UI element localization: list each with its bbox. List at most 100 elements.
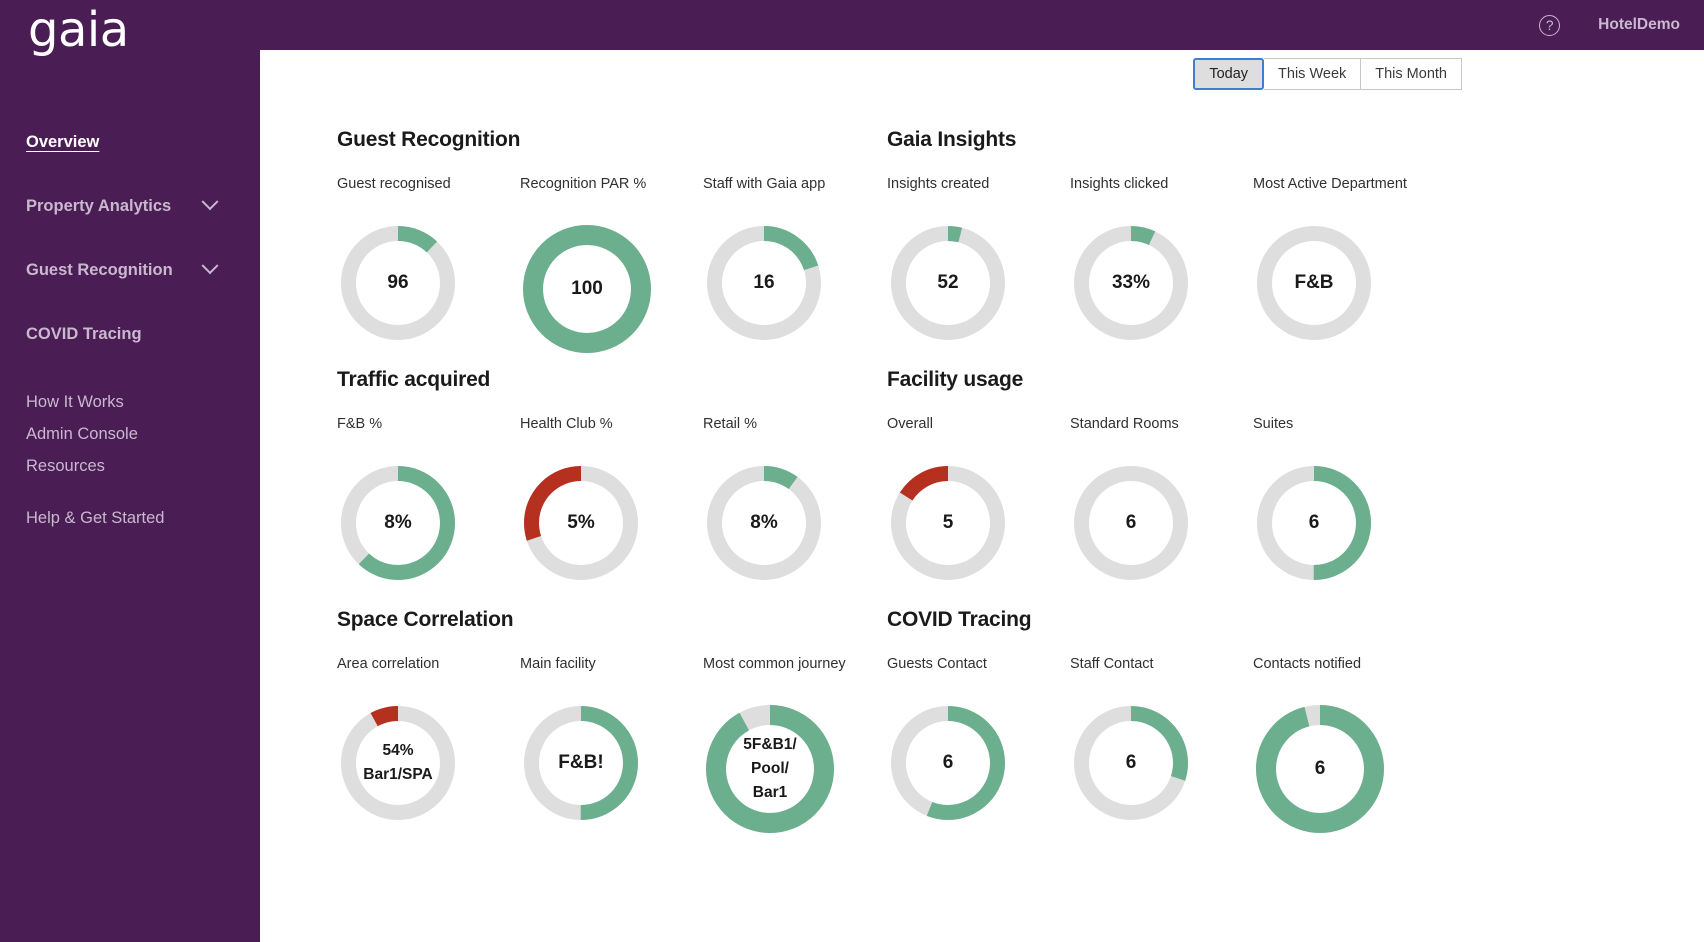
sidebar-item-label: Help & Get Started [26, 508, 165, 527]
range-button-today[interactable]: Today [1193, 58, 1265, 90]
donut-wrapper: 96 [337, 222, 520, 344]
group-title: Space Correlation [337, 608, 514, 631]
metrics-row: Guest recognised 96 Recognition PAR % 100 St… [337, 176, 886, 356]
brand-logo: gaia [28, 2, 129, 58]
chevron-down-icon[interactable] [201, 193, 219, 211]
metric-label: Guests Contact [887, 656, 987, 672]
metric-card[interactable]: Most Active Department F&B [1253, 176, 1436, 344]
donut-chart: 6 [887, 702, 1009, 824]
sidebar-item-how-it-works[interactable]: How It Works [0, 386, 260, 418]
donut-wrapper: F&B! [520, 702, 703, 824]
donut-wrapper: 6 [1253, 462, 1436, 584]
donut-wrapper: 6 [1070, 702, 1253, 824]
donut-wrapper: 54% Bar1/SPA [337, 702, 520, 824]
donut-chart: 6 [1070, 702, 1192, 824]
metric-card[interactable]: Recognition PAR % 100 [520, 176, 703, 356]
metrics-row: Guests Contact 6 Staff Contact 6 Contacts no… [887, 656, 1436, 836]
donut-chart: 54% Bar1/SPA [337, 702, 459, 824]
metric-card[interactable]: Contacts notified 6 [1253, 656, 1436, 836]
metric-card[interactable]: F&B % 8% [337, 416, 520, 584]
donut-chart: 6 [1253, 702, 1387, 836]
donut-chart: 100 [520, 222, 654, 356]
metric-label: Main facility [520, 656, 596, 672]
main-content: Today This Week This Month Guest Recogniti… [260, 50, 1704, 942]
donut-chart: 8% [703, 462, 825, 584]
donut-chart: 6 [1253, 462, 1375, 584]
metric-card[interactable]: Suites 6 [1253, 416, 1436, 584]
metric-card[interactable]: Guests Contact 6 [887, 656, 1070, 836]
donut-wrapper: 6 [887, 702, 1070, 824]
sidebar-nav: Overview Property Analytics Guest Recognit… [0, 110, 260, 534]
donut-wrapper: 16 [703, 222, 886, 344]
metric-card[interactable]: Health Club % 5% [520, 416, 703, 584]
sidebar-item-label: How It Works [26, 392, 124, 411]
metric-group-covid-tracing: COVID Tracing Guests Contact 6 Staff Contac… [887, 608, 1436, 836]
metric-card[interactable]: Staff with Gaia app 16 [703, 176, 886, 356]
chevron-down-icon[interactable] [201, 257, 219, 275]
metrics-row: Area correlation 54% Bar1/SPA Main facility… [337, 656, 886, 836]
metric-card[interactable]: Standard Rooms 6 [1070, 416, 1253, 584]
metric-label: Recognition PAR % [520, 176, 647, 192]
donut-wrapper: 6 [1253, 702, 1436, 836]
sidebar-item-label: Resources [26, 456, 105, 475]
metric-card[interactable]: Main facility F&B! [520, 656, 703, 836]
donut-chart: 5F&B1/Pool/Bar1 [703, 702, 837, 836]
donut-chart: 33% [1070, 222, 1192, 344]
group-title: Guest Recognition [337, 128, 521, 151]
sidebar-item-label: Property Analytics [26, 196, 172, 215]
help-circle-icon[interactable]: ? [1539, 14, 1561, 36]
metric-label: Guest recognised [337, 176, 451, 192]
sidebar-item-overview[interactable]: Overview [0, 110, 260, 174]
date-range-selector: Today This Week This Month [1193, 58, 1462, 90]
metric-card[interactable]: Insights created 52 [887, 176, 1070, 344]
donut-wrapper: 5% [520, 462, 703, 584]
donut-wrapper: 33% [1070, 222, 1253, 344]
metric-card[interactable]: Overall 5 [887, 416, 1070, 584]
sidebar-item-admin-console[interactable]: Admin Console [0, 418, 260, 450]
metrics-row: Overall 5 Standard Rooms 6 Suites 6 [887, 416, 1436, 584]
sidebar-item-label: Guest Recognition [26, 260, 173, 279]
metric-label: Overall [887, 416, 933, 432]
metric-card[interactable]: Retail % 8% [703, 416, 886, 584]
donut-chart: 16 [703, 222, 825, 344]
sidebar-item-property-analytics[interactable]: Property Analytics [0, 174, 260, 238]
metric-card[interactable]: Most common journey 5F&B1/Pool/Bar1 [703, 656, 886, 836]
donut-wrapper: 8% [337, 462, 520, 584]
range-button-this-month[interactable]: This Month [1361, 58, 1462, 90]
metric-card[interactable]: Staff Contact 6 [1070, 656, 1253, 836]
donut-chart: 5 [887, 462, 1009, 584]
donut-chart: 5% [520, 462, 642, 584]
metric-label: Contacts notified [1253, 656, 1362, 672]
donut-chart: 8% [337, 462, 459, 584]
donut-chart: F&B! [520, 702, 642, 824]
metric-label: Most common journey [703, 656, 846, 672]
sidebar-item-help-get-started[interactable]: Help & Get Started [0, 502, 260, 534]
donut-wrapper: 52 [887, 222, 1070, 344]
sidebar-item-guest-recognition[interactable]: Guest Recognition [0, 238, 260, 302]
metric-group-gaia-insights: Gaia Insights Insights created 52 Insights … [887, 128, 1436, 344]
metrics-row: F&B % 8% Health Club % 5% Retail % 8% [337, 416, 886, 584]
account-name[interactable]: HotelDemo [1598, 16, 1680, 34]
metric-card[interactable]: Guest recognised 96 [337, 176, 520, 356]
sidebar-item-covid-tracing[interactable]: COVID Tracing [0, 302, 260, 366]
donut-wrapper: 5 [887, 462, 1070, 584]
sidebar-item-label: COVID Tracing [26, 324, 142, 343]
metric-label: Suites [1253, 416, 1294, 432]
range-button-this-week[interactable]: This Week [1264, 58, 1362, 90]
metric-label: Area correlation [337, 656, 440, 672]
metric-group-facility-usage: Facility usage Overall 5 Standard Rooms 6 Sui… [887, 368, 1436, 584]
donut-wrapper: 8% [703, 462, 886, 584]
metric-label: Most Active Department [1253, 176, 1407, 192]
topbar: ? HotelDemo [260, 0, 1704, 50]
metric-label: Insights created [887, 176, 990, 192]
metric-label: Insights clicked [1070, 176, 1169, 192]
metric-card[interactable]: Insights clicked 33% [1070, 176, 1253, 344]
sidebar: gaia Overview Property Analytics Guest Rec… [0, 0, 260, 942]
metric-card[interactable]: Area correlation 54% Bar1/SPA [337, 656, 520, 836]
group-title: Facility usage [887, 368, 1024, 391]
donut-wrapper: 6 [1070, 462, 1253, 584]
sidebar-item-resources[interactable]: Resources [0, 450, 260, 482]
metric-label: Standard Rooms [1070, 416, 1179, 432]
group-title: Traffic acquired [337, 368, 491, 391]
